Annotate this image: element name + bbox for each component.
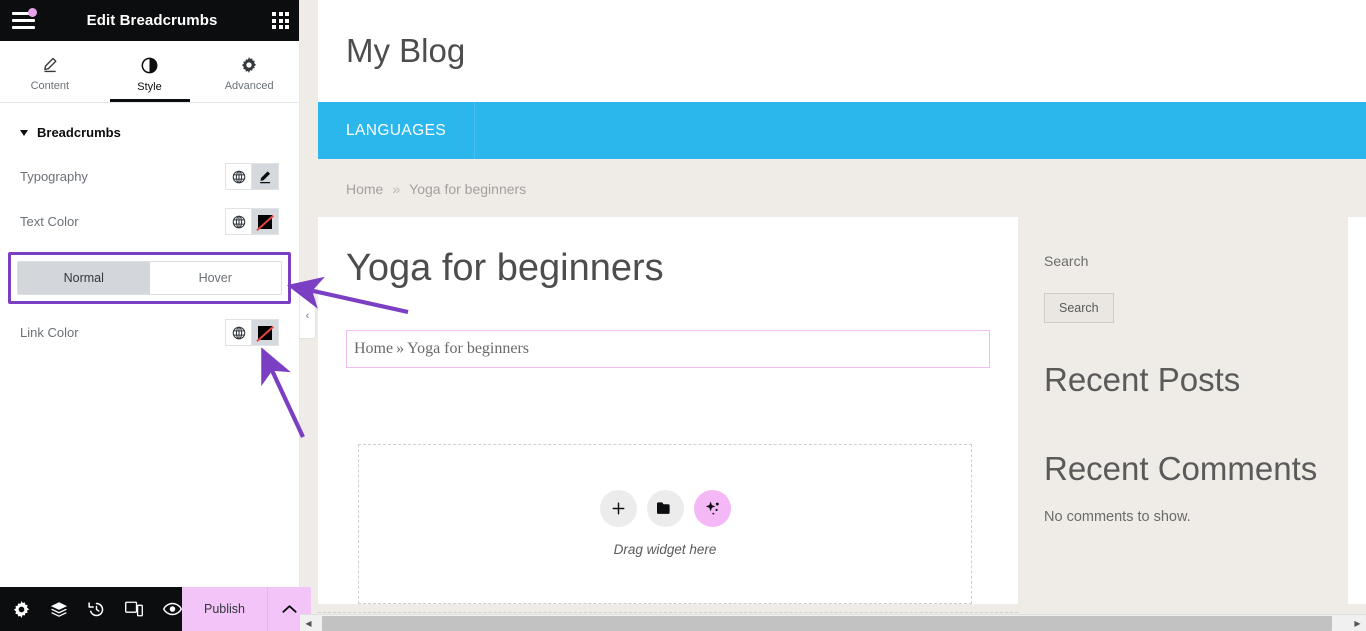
publish-group: Publish <box>182 587 311 631</box>
scroll-left-arrow[interactable]: ◀ <box>300 615 317 631</box>
no-comments-text: No comments to show. <box>1044 508 1191 525</box>
pencil-icon <box>260 170 271 183</box>
main-column: Yoga for beginners Home» Yoga for beginne… <box>318 217 1018 604</box>
theme-breadcrumb-home[interactable]: Home <box>346 181 383 197</box>
state-tabs-wrapper: Normal Hover <box>8 252 291 304</box>
preview-icon <box>163 602 182 616</box>
site-preview: My Blog LANGUAGES Home» Yoga for beginner… <box>318 0 1366 604</box>
gear-icon <box>13 600 30 618</box>
notification-dot-icon <box>28 7 37 17</box>
link-color-swatch-button[interactable] <box>252 319 279 346</box>
ai-sparkle-icon <box>705 501 719 515</box>
tab-content[interactable]: Content <box>0 41 100 102</box>
drag-widget-dropzone[interactable]: Drag widget here <box>358 443 972 604</box>
panel-collapse-handle[interactable]: ‹ <box>300 293 316 339</box>
history-icon <box>88 601 104 616</box>
globe-icon <box>232 215 245 228</box>
elementor-editor: My Blog LANGUAGES Home» Yoga for beginner… <box>0 0 1366 631</box>
widget-breadcrumb-current: Yoga for beginners <box>407 339 530 357</box>
tab-style-label: Style <box>137 80 162 93</box>
theme-breadcrumb: Home » Yoga for beginners <box>318 159 1366 217</box>
text-color-swatch-button[interactable] <box>252 208 279 235</box>
section-divider <box>318 612 1018 613</box>
globe-icon <box>232 326 245 339</box>
contrast-icon <box>141 57 158 73</box>
folder-icon <box>657 502 670 514</box>
pencil-icon <box>44 57 57 73</box>
history-button[interactable] <box>88 601 105 618</box>
gear-icon <box>242 57 257 73</box>
settings-button[interactable] <box>13 600 30 618</box>
dropzone-buttons <box>599 490 731 528</box>
publish-button[interactable]: Publish <box>182 587 267 631</box>
typography-globe-button[interactable] <box>225 163 252 190</box>
panel-title: Edit Breadcrumbs <box>86 12 218 29</box>
responsive-icon <box>125 601 143 617</box>
link-color-globe-button[interactable] <box>225 319 252 346</box>
tab-advanced[interactable]: Advanced <box>199 41 299 102</box>
content-area: Yoga for beginners Home» Yoga for beginne… <box>318 217 1366 604</box>
recent-comments-title: Recent Comments <box>1044 449 1318 487</box>
tab-style[interactable]: Style <box>100 41 200 102</box>
site-title: My Blog <box>346 32 466 69</box>
theme-breadcrumb-separator: » <box>392 181 401 197</box>
sidebar-column: Search Search Recent Posts Recent Commen… <box>1018 217 1348 604</box>
apps-grid-icon[interactable] <box>272 12 289 29</box>
control-text-color-widgets <box>225 208 279 235</box>
preview-canvas: My Blog LANGUAGES Home» Yoga for beginner… <box>300 0 1366 631</box>
state-tabs: Normal Hover <box>17 261 282 295</box>
template-library-button[interactable] <box>646 490 684 528</box>
layers-icon <box>50 601 68 617</box>
control-text-color-label: Text Color <box>20 214 79 229</box>
recent-posts-title: Recent Posts <box>1044 361 1241 398</box>
scroll-right-arrow[interactable]: ▶ <box>1349 615 1366 631</box>
search-widget-label: Search <box>1044 253 1089 269</box>
control-typography: Typography <box>0 154 299 199</box>
panel-header: Edit Breadcrumbs <box>0 0 299 41</box>
control-typography-widgets <box>225 163 279 190</box>
post-title: Yoga for beginners <box>346 247 664 289</box>
site-navbar: LANGUAGES <box>318 102 1366 159</box>
text-color-globe-button[interactable] <box>225 208 252 235</box>
preview-button[interactable] <box>163 602 182 616</box>
ai-generate-button[interactable] <box>693 490 731 528</box>
tab-content-label: Content <box>30 80 70 92</box>
footer-icon-group <box>0 600 182 618</box>
add-widget-button[interactable] <box>599 490 637 528</box>
control-link-color-label: Link Color <box>20 325 79 340</box>
breadcrumbs-widget[interactable]: Home» Yoga for beginners <box>346 329 990 368</box>
horizontal-scrollbar[interactable]: ◀ ▶ <box>300 614 1366 631</box>
site-header: My Blog <box>318 0 1366 102</box>
scrollbar-track[interactable] <box>317 615 1349 631</box>
theme-breadcrumb-current: Yoga for beginners <box>409 181 527 197</box>
nav-item-languages[interactable]: LANGUAGES <box>318 102 476 159</box>
plus-icon <box>612 502 624 515</box>
typography-edit-button[interactable] <box>252 163 279 190</box>
panel-tabs: Content Style Advanced <box>0 41 299 103</box>
state-tabs-highlight: Normal Hover <box>8 252 291 304</box>
dropzone-label: Drag widget here <box>613 542 717 558</box>
section-breadcrumbs-header[interactable]: Breadcrumbs <box>0 103 299 154</box>
state-tab-normal[interactable]: Normal <box>18 262 150 294</box>
search-submit-button[interactable]: Search <box>1044 293 1114 323</box>
control-text-color: Text Color <box>0 199 299 244</box>
control-link-color-widgets <box>225 319 279 346</box>
widget-breadcrumb-home[interactable]: Home <box>354 340 393 357</box>
responsive-mode-button[interactable] <box>125 601 143 617</box>
control-link-color: Link Color <box>0 310 299 355</box>
globe-icon <box>232 170 245 183</box>
editor-panel: Edit Breadcrumbs Content Style Advanced … <box>0 0 311 631</box>
tab-advanced-label: Advanced <box>224 80 274 92</box>
control-typography-label: Typography <box>20 169 88 184</box>
section-breadcrumbs-title: Breadcrumbs <box>37 125 121 140</box>
widget-breadcrumb-separator: » <box>396 339 405 357</box>
scrollbar-thumb[interactable] <box>322 615 1332 631</box>
state-tab-hover[interactable]: Hover <box>149 262 281 294</box>
chevron-down-icon <box>20 129 28 136</box>
panel-footer: Publish <box>0 587 311 631</box>
navigator-button[interactable] <box>50 601 68 618</box>
chevron-up-icon <box>282 605 297 613</box>
hamburger-icon[interactable] <box>12 7 38 32</box>
